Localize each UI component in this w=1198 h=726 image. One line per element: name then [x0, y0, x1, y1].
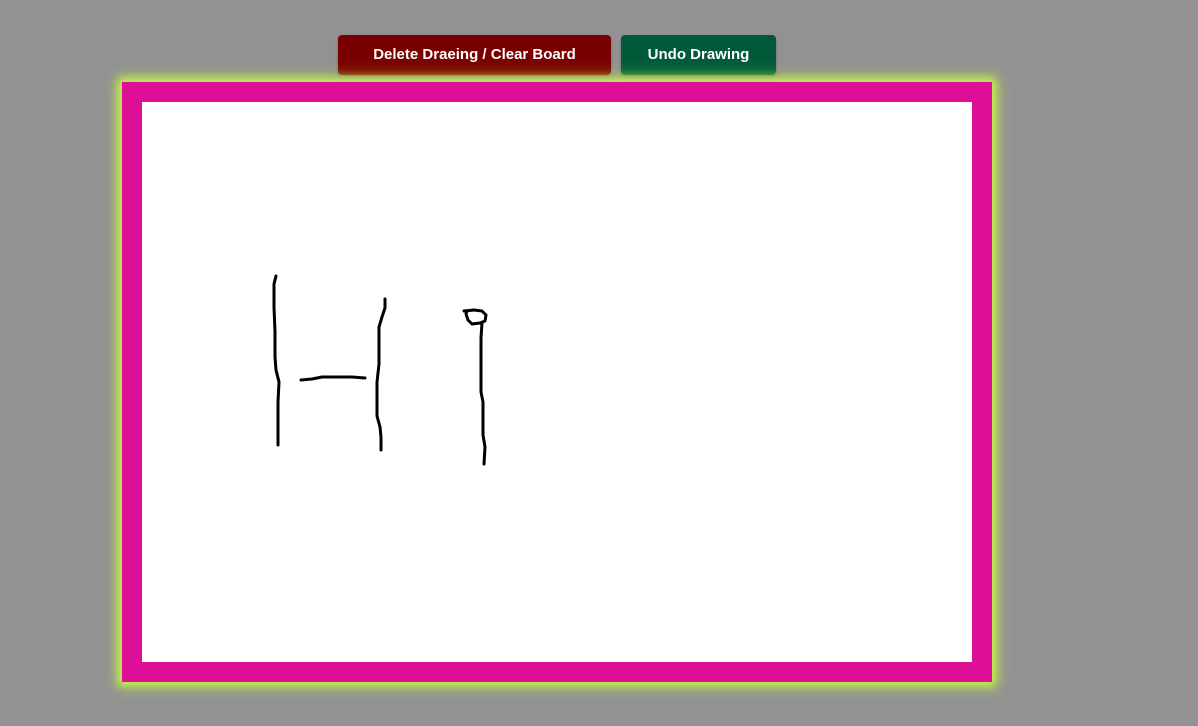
drawing-board-frame: [122, 82, 992, 682]
clear-board-button[interactable]: Delete Draeing / Clear Board: [338, 35, 611, 75]
drawn-stroke-h-left: [272, 274, 281, 447]
drawn-stroke-h-crossbar: [299, 375, 367, 382]
drawn-stroke-h-right: [375, 297, 387, 452]
undo-drawing-button[interactable]: Undo Drawing: [621, 35, 776, 75]
drawing-canvas[interactable]: [142, 102, 972, 662]
drawn-stroke-i-stem: [479, 321, 487, 466]
drawing-surface[interactable]: [142, 102, 972, 662]
